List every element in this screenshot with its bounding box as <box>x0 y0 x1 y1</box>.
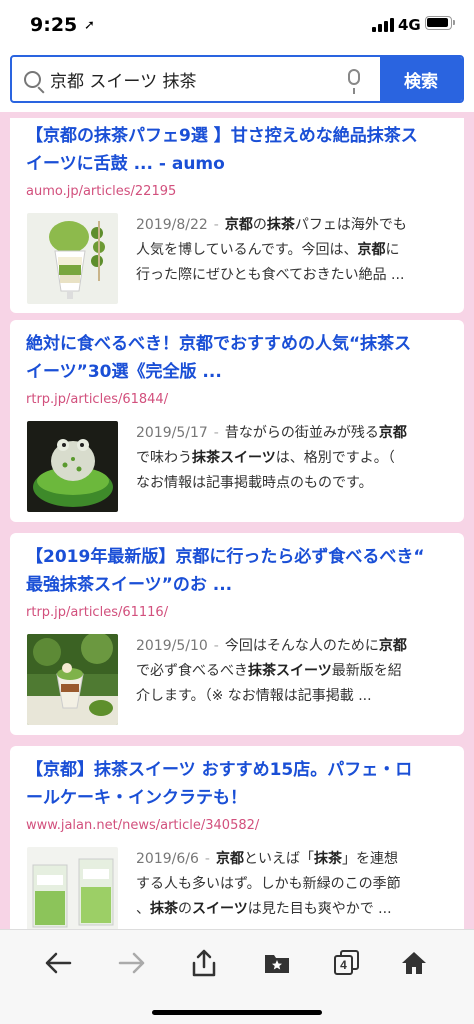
result-card: 【2019年最新版】京都に行ったら必ず食べるべき“ 最強抹茶スイーツ”のお ..… <box>10 533 464 735</box>
snippet-text: パフェは海外でも <box>294 217 407 233</box>
result-snippet: 2019/8/22- 京都の抹茶パフェは海外でも 人気を博しているんです。今回は、… <box>136 213 446 288</box>
result-card: 【京都の抹茶パフェ9選 】甘さ控えめな絶品抹茶ス イーツに舌鼓 ... - au… <box>10 118 464 313</box>
status-bar: 9:25 ➚ 4G <box>0 0 474 52</box>
signal-bars-icon <box>372 18 396 32</box>
forward-button[interactable] <box>112 946 152 980</box>
location-arrow-icon: ➚ <box>84 18 95 33</box>
home-button[interactable] <box>394 946 434 980</box>
search-box: 検索 <box>10 55 464 103</box>
result-date: 2019/8/22 <box>136 217 208 233</box>
result-title-line: 【2019年最新版】京都に行ったら必ず食べるべき“ <box>26 547 425 567</box>
result-date: 2019/5/17 <box>136 425 208 441</box>
snippet-text: 最新版を紹 <box>331 663 402 679</box>
result-title-line: イーツ”30選《完全版 ... <box>26 362 222 382</box>
snippet-text: 、 <box>136 901 150 917</box>
result-body: 2019/8/22- 京都の抹茶パフェは海外でも 人気を博しているんです。今回は、… <box>26 213 448 305</box>
snippet-text: 今回はそんな人のために <box>224 638 379 654</box>
back-arrow-icon <box>45 952 72 974</box>
result-body: 2019/5/17- 昔ながらの街並みが残る京都 で味わう抹茶スイーツは、格別です… <box>26 421 448 513</box>
result-title-link[interactable]: 絶対に食べるべき！京都でおすすめの人気“抹茶ス イーツ”30選《完全版 ... <box>26 330 448 386</box>
share-icon <box>192 949 216 977</box>
result-thumbnail[interactable] <box>27 634 118 725</box>
bookmarks-button[interactable] <box>257 946 297 980</box>
result-snippet: 2019/5/17- 昔ながらの街並みが残る京都 で味わう抹茶スイーツは、格別です… <box>136 421 446 496</box>
result-card: 絶対に食べるべき！京都でおすすめの人気“抹茶ス イーツ”30選《完全版 ... … <box>10 320 464 522</box>
result-title-link[interactable]: 【京都の抹茶パフェ9選 】甘さ控えめな絶品抹茶ス イーツに舌鼓 ... - au… <box>26 122 448 178</box>
result-url[interactable]: rtrp.jp/articles/61844/ <box>26 392 448 407</box>
status-time: 9:25 <box>30 14 78 36</box>
result-title-link[interactable]: 【2019年最新版】京都に行ったら必ず食べるべき“ 最強抹茶スイーツ”のお ..… <box>26 543 448 599</box>
result-title-line: ールケーキ・インクラテも！ <box>26 788 247 808</box>
browser-toolbar: 4 <box>0 929 474 1024</box>
result-card: 【京都】抹茶スイーツ おすすめ15店。パフェ・ロ ールケーキ・インクラテも！ w… <box>10 746 464 946</box>
keyword-highlight: 抹茶 <box>313 851 342 867</box>
snippet-text: 」を連想 <box>341 851 398 867</box>
snippet-text: で味わう <box>136 450 192 466</box>
search-icon <box>24 71 41 88</box>
result-url[interactable]: rtrp.jp/articles/61116/ <box>26 605 448 620</box>
keyword-highlight: スイーツ <box>192 901 248 917</box>
snippet-text: は、格別ですよ。（ <box>275 450 395 466</box>
share-button[interactable] <box>184 946 224 980</box>
result-url[interactable]: www.jalan.net/news/article/340582/ <box>26 818 448 833</box>
result-url[interactable]: aumo.jp/articles/22195 <box>26 184 448 199</box>
tabs-icon: 4 <box>334 950 360 976</box>
forward-arrow-icon <box>118 952 145 974</box>
keyword-highlight: 京都 <box>224 217 253 233</box>
snippet-text: は見た目も爽やかで ... <box>247 901 392 917</box>
keyword-highlight: 抹茶スイーツ <box>192 450 276 466</box>
snippet-text: 介します。（※ なお情報は記事掲載 ... <box>136 688 372 704</box>
result-thumbnail[interactable] <box>27 421 118 512</box>
bookmark-folder-icon <box>265 955 289 973</box>
keyword-highlight: 抹茶 <box>150 901 178 917</box>
battery-icon <box>425 16 455 30</box>
result-date: 2019/5/10 <box>136 638 208 654</box>
snippet-text: の <box>252 217 267 233</box>
search-button[interactable]: 検索 <box>380 57 462 101</box>
search-input[interactable] <box>50 57 340 101</box>
keyword-highlight: 京都 <box>357 242 386 258</box>
snippet-text: なお情報は記事掲載時点のものです。 <box>136 475 373 491</box>
result-body: 2019/6/6- 京都といえば「抹茶」を連想 する人も多いはず。しかも新緑のこの… <box>26 847 448 939</box>
result-thumbnail[interactable] <box>27 213 118 304</box>
result-snippet: 2019/5/10- 今回はそんな人のために京都 で必ず食べるべき抹茶スイーツ最新… <box>136 634 446 709</box>
network-type: 4G <box>398 16 421 34</box>
result-title-line: 最強抹茶スイーツ”のお ... <box>26 575 233 595</box>
result-title-link[interactable]: 【京都】抹茶スイーツ おすすめ15店。パフェ・ロ ールケーキ・インクラテも！ <box>26 756 448 812</box>
result-body: 2019/5/10- 今回はそんな人のために京都 で必ず食べるべき抹茶スイーツ最新… <box>26 634 448 726</box>
result-snippet: 2019/6/6- 京都といえば「抹茶」を連想 する人も多いはず。しかも新緑のこの… <box>136 847 446 922</box>
result-thumbnail[interactable] <box>27 847 118 938</box>
snippet-text: 人気を博しているんです。今回は、 <box>136 242 358 258</box>
result-title-line: 【京都の抹茶パフェ9選 】甘さ控えめな絶品抹茶ス <box>26 126 418 146</box>
result-date: 2019/6/6 <box>136 851 199 867</box>
keyword-highlight: 抹茶 <box>266 217 295 233</box>
result-title-line: 【京都】抹茶スイーツ おすすめ15店。パフェ・ロ <box>26 760 413 780</box>
result-title-line: イーツに舌鼓 ... - aumo <box>26 154 225 174</box>
snippet-text: といえば「 <box>243 851 314 867</box>
search-bar: 検索 <box>0 52 474 112</box>
snippet-text: 昔ながらの街並みが残る <box>224 425 379 441</box>
keyword-highlight: 抹茶スイーツ <box>248 663 332 679</box>
result-title-line: 絶対に食べるべき！京都でおすすめの人気“抹茶ス <box>26 334 412 354</box>
snippet-text: の <box>178 901 192 917</box>
keyword-highlight: 京都 <box>215 851 244 867</box>
snippet-text: する人も多いはず。しかも新緑のこの季節 <box>136 876 401 892</box>
tab-count: 4 <box>334 955 353 975</box>
snippet-text: に <box>385 242 400 258</box>
keyword-highlight: 京都 <box>378 638 407 654</box>
home-icon <box>402 952 426 974</box>
home-indicator <box>152 1010 322 1015</box>
keyword-highlight: 京都 <box>378 425 407 441</box>
snippet-text: 行った際にぜひとも食べておきたい絶品 ... <box>136 267 405 283</box>
snippet-text: で必ず食べるべき <box>136 663 248 679</box>
back-button[interactable] <box>38 946 78 980</box>
tabs-button[interactable]: 4 <box>327 946 367 980</box>
microphone-icon[interactable] <box>348 69 360 94</box>
